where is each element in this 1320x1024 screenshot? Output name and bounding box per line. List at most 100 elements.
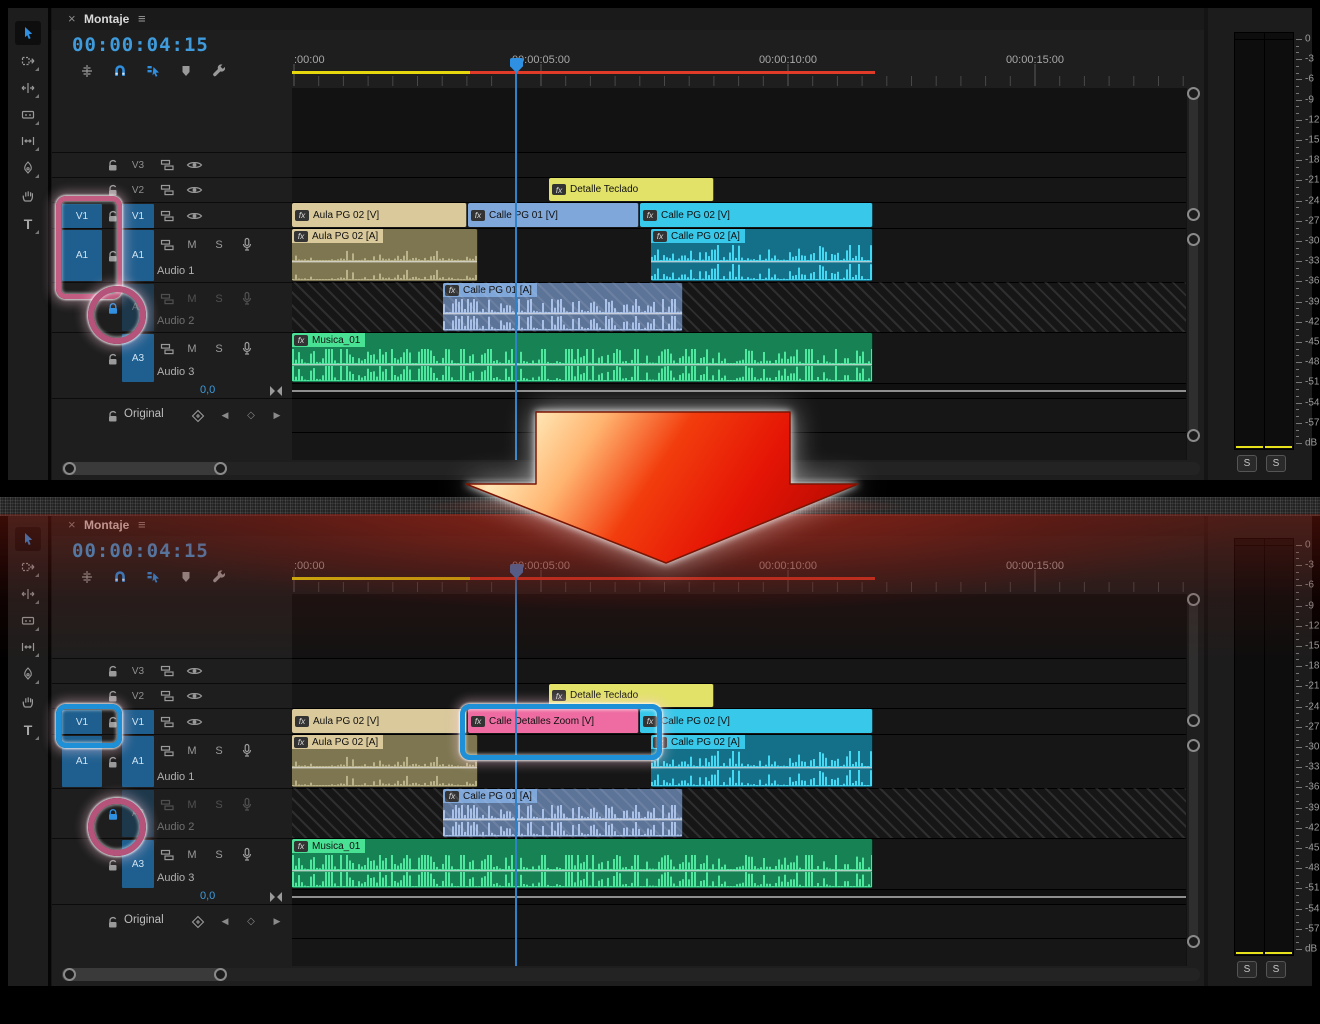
close-tab-icon[interactable]: ×	[68, 11, 76, 26]
solo-track-button[interactable]: S	[210, 289, 228, 309]
voiceover-record-button[interactable]	[238, 845, 256, 865]
solo-track-button[interactable]: S	[210, 795, 228, 815]
timeline-clip[interactable]: fx Detalle Teclado	[549, 178, 714, 201]
voiceover-record-button[interactable]	[238, 741, 256, 761]
timeline-audio-clip[interactable]: fx Musica_01	[292, 839, 873, 888]
panel-menu-icon[interactable]: ≡	[138, 517, 146, 532]
audio-scroll-handle-top[interactable]	[1187, 739, 1200, 752]
timeline-clip[interactable]: fx Aula PG 02 [V]	[292, 709, 467, 733]
audio-scroll-handle-bottom[interactable]	[1187, 935, 1200, 948]
timeline-display-settings-button[interactable]	[208, 566, 230, 588]
zoom-handle-left[interactable]	[63, 462, 76, 475]
zoom-handle-right[interactable]	[214, 968, 227, 981]
source-patch-v1[interactable]: V1	[62, 710, 102, 735]
sync-lock-toggle[interactable]	[158, 203, 176, 228]
toggle-track-output[interactable]	[185, 684, 203, 708]
mute-track-button[interactable]: M	[183, 339, 201, 359]
sync-lock-toggle[interactable]	[158, 845, 176, 865]
timeline-clip[interactable]: fx Aula PG 02 [V]	[292, 203, 467, 227]
lock-track-toggle[interactable]	[104, 246, 120, 266]
toggle-track-output[interactable]	[185, 203, 203, 228]
pen-tool[interactable]	[15, 662, 41, 686]
timeline-clip[interactable]: fx Calle Detalles Zoom [V]	[468, 709, 639, 733]
razor-tool[interactable]	[15, 609, 41, 633]
solo-left-channel-button[interactable]: S	[1237, 455, 1257, 472]
voiceover-record-button[interactable]	[238, 289, 256, 309]
add-marker-button[interactable]	[175, 60, 197, 82]
collapse-master-button[interactable]	[268, 384, 284, 397]
toggle-track-output[interactable]	[185, 709, 203, 734]
timeline-audio-clip[interactable]: fx Calle PG 02 [A]	[651, 735, 873, 787]
track-label-a1[interactable]: Audio 1	[157, 265, 194, 277]
previous-keyframe-button[interactable]: ◀	[218, 399, 232, 432]
track-select-forward-tool[interactable]	[15, 49, 41, 73]
sync-lock-toggle[interactable]	[158, 178, 176, 202]
sync-lock-toggle[interactable]	[158, 235, 176, 255]
timeline-display-settings-button[interactable]	[208, 60, 230, 82]
master-pan-value[interactable]: 0,0	[200, 890, 215, 902]
sequence-tab-title[interactable]: Montaje	[84, 12, 129, 26]
slip-tool[interactable]	[15, 129, 41, 153]
slip-tool[interactable]	[15, 635, 41, 659]
lock-track-toggle[interactable]	[104, 178, 120, 202]
master-track-name[interactable]: Original	[124, 408, 164, 420]
video-tracks-scrollbar[interactable]	[1189, 598, 1198, 722]
audio-tracks-scrollbar[interactable]	[1189, 238, 1198, 436]
next-keyframe-button[interactable]: ▶	[270, 905, 284, 938]
lock-track-toggle[interactable]	[104, 684, 120, 708]
type-tool[interactable]: T	[15, 718, 41, 742]
horizontal-scrollbar[interactable]	[62, 968, 1200, 981]
add-keyframe-button[interactable]	[190, 905, 206, 938]
selection-tool[interactable]	[15, 21, 41, 45]
ripple-edit-tool[interactable]	[15, 76, 41, 100]
audio-meter[interactable]	[1234, 538, 1294, 956]
razor-tool[interactable]	[15, 103, 41, 127]
track-target-a2[interactable]: A2	[122, 284, 154, 331]
audio-meter[interactable]	[1234, 32, 1294, 450]
timeline-audio-clip[interactable]: fx Musica_01	[292, 333, 873, 382]
sync-lock-toggle[interactable]	[158, 684, 176, 708]
lock-track-toggle[interactable]	[104, 659, 120, 683]
video-tracks-scrollbar[interactable]	[1189, 92, 1198, 216]
playhead-timecode[interactable]: 00:00:04:15	[72, 540, 209, 562]
zoom-range-bar[interactable]	[62, 968, 227, 981]
snap-button[interactable]	[109, 566, 131, 588]
track-label-a3[interactable]: Audio 3	[157, 366, 194, 378]
zoom-handle-left[interactable]	[63, 968, 76, 981]
video-scroll-handle-top[interactable]	[1187, 87, 1200, 100]
panel-menu-icon[interactable]: ≡	[138, 11, 146, 26]
zoom-range-bar[interactable]	[62, 462, 227, 475]
timeline-audio-clip[interactable]: fx Aula PG 02 [A]	[292, 735, 478, 787]
snap-button[interactable]	[109, 60, 131, 82]
lock-track-toggle[interactable]	[104, 905, 120, 938]
playhead-line[interactable]	[515, 576, 517, 966]
track-target-v1[interactable]: V1	[122, 204, 154, 229]
track-target-v1[interactable]: V1	[122, 710, 154, 735]
sync-lock-toggle[interactable]	[158, 709, 176, 734]
lock-track-toggle-locked[interactable]	[104, 804, 120, 824]
video-scroll-handle-bottom[interactable]	[1187, 714, 1200, 727]
toggle-track-output[interactable]	[185, 659, 203, 683]
type-tool[interactable]: T	[15, 212, 41, 236]
track-target-a3[interactable]: A3	[122, 334, 154, 382]
mute-track-button[interactable]: M	[183, 235, 201, 255]
sync-lock-toggle[interactable]	[158, 795, 176, 815]
pen-tool[interactable]	[15, 156, 41, 180]
sequence-tab-title[interactable]: Montaje	[84, 518, 129, 532]
keyframe-indicator[interactable]: ◇	[244, 905, 258, 938]
track-label-a2[interactable]: Audio 2	[157, 821, 194, 833]
master-pan-value[interactable]: 0,0	[200, 384, 215, 396]
solo-right-channel-button[interactable]: S	[1266, 455, 1286, 472]
track-target-a1[interactable]: A1	[122, 230, 154, 281]
mute-track-button[interactable]: M	[183, 845, 201, 865]
timeline-clip[interactable]: fx Detalle Teclado	[549, 684, 714, 707]
voiceover-record-button[interactable]	[238, 795, 256, 815]
solo-right-channel-button[interactable]: S	[1266, 961, 1286, 978]
audio-scroll-handle-bottom[interactable]	[1187, 429, 1200, 442]
solo-track-button[interactable]: S	[210, 339, 228, 359]
add-marker-button[interactable]	[175, 566, 197, 588]
mute-track-button[interactable]: M	[183, 795, 201, 815]
lock-track-toggle[interactable]	[104, 349, 120, 369]
source-patch-a1[interactable]: A1	[62, 736, 102, 787]
track-target-a2[interactable]: A2	[122, 790, 154, 837]
